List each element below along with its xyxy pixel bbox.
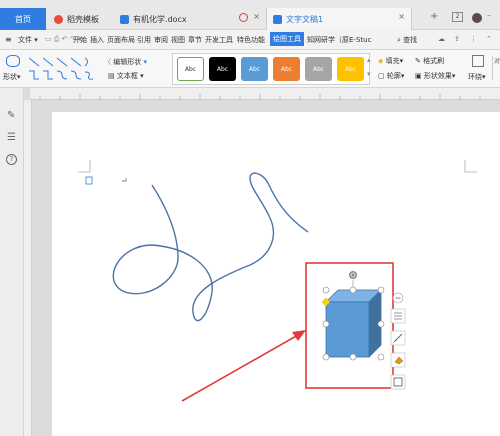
document-drawing-layer (78, 160, 477, 402)
freehand-curve[interactable] (112, 172, 309, 322)
cube-front-face (325, 301, 370, 358)
red-arrow-line (181, 334, 299, 402)
paragraph-layout-icon[interactable] (85, 176, 93, 185)
cube-shape[interactable] (325, 289, 382, 358)
red-arrow-head (292, 330, 306, 341)
page-corner-marks (78, 160, 477, 173)
outline-color-icon[interactable] (390, 374, 406, 390)
paragraph-mark (122, 178, 127, 182)
rotate-handle-icon[interactable] (349, 271, 357, 279)
